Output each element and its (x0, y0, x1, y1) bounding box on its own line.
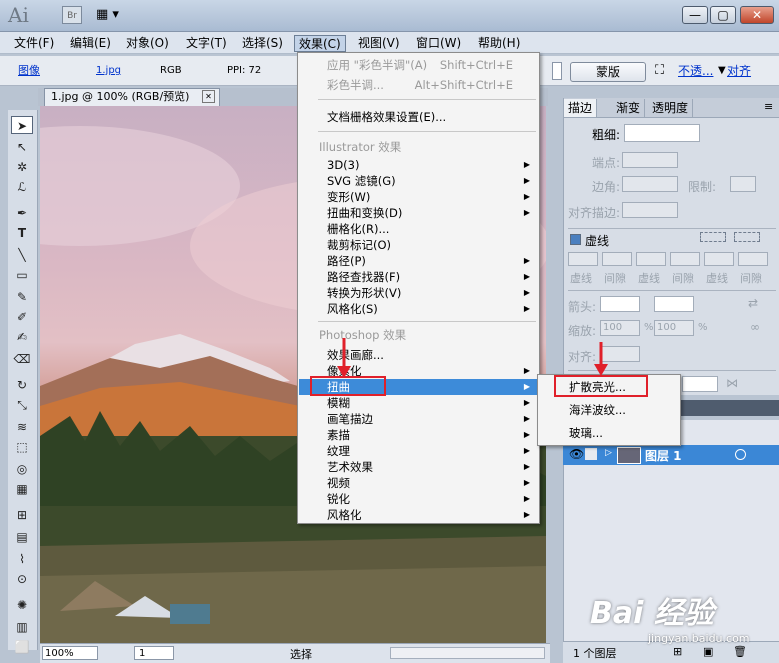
watermark-url: jingyan.baidu.com (648, 632, 750, 645)
watermark-logo: Bai 经验 (590, 596, 714, 631)
annotation-arrows (337, 338, 608, 378)
arrow-to-distort-head (337, 366, 351, 378)
arrow-to-diffuse-glow-head (594, 364, 608, 376)
